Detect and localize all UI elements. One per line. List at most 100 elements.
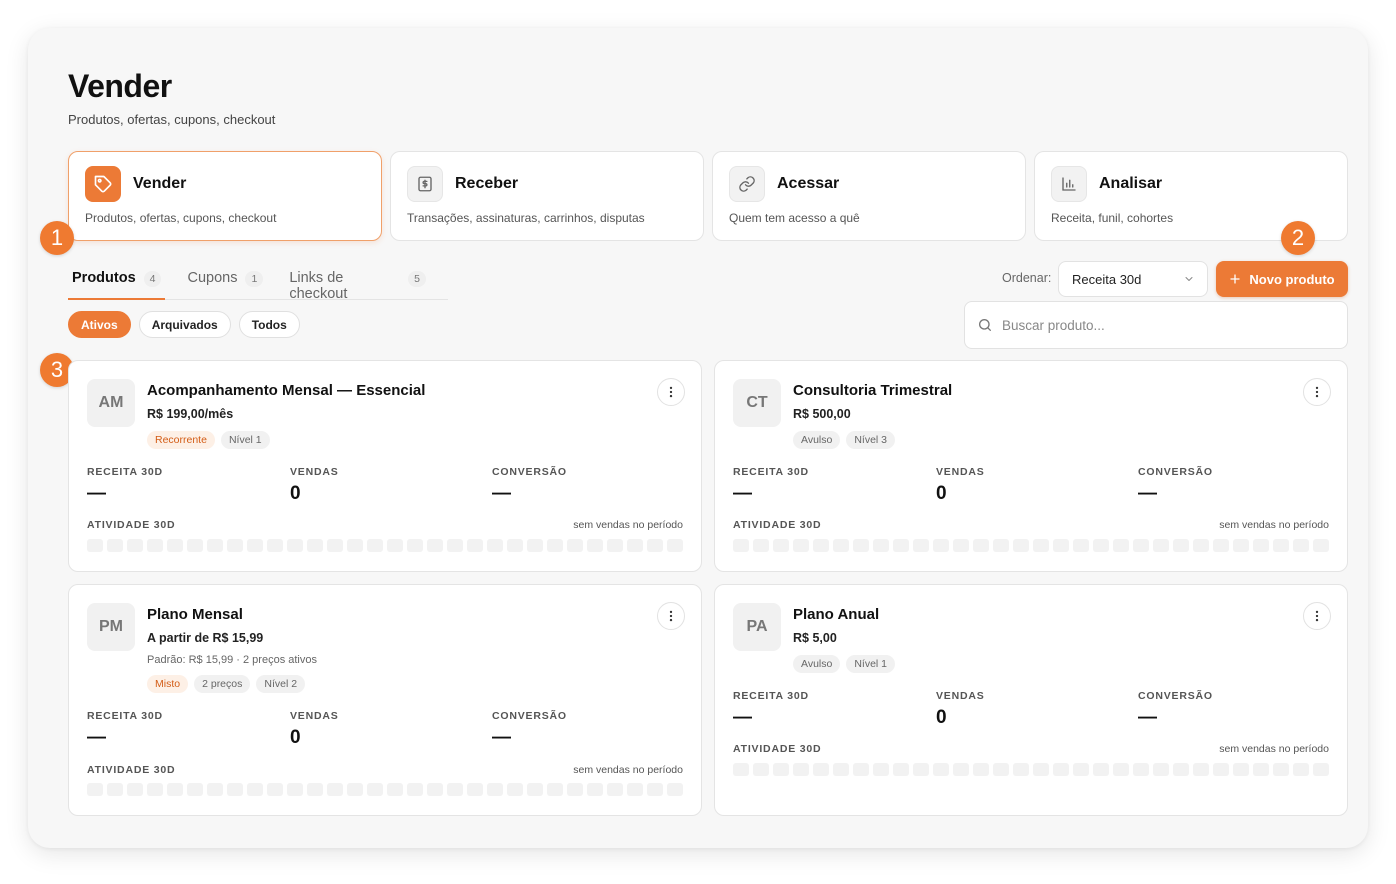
activity-day-cell bbox=[547, 783, 563, 796]
activity-day-cell bbox=[507, 539, 523, 552]
tab-links-de-checkout[interactable]: Links de checkout 5 bbox=[285, 262, 430, 302]
activity-day-cell bbox=[1033, 763, 1049, 776]
activity-day-cell bbox=[87, 539, 103, 552]
activity-day-cell bbox=[127, 783, 143, 796]
stat-label-conversion: CONVERSÃO bbox=[1138, 690, 1213, 702]
activity-day-cell bbox=[407, 539, 423, 552]
activity-day-cell bbox=[587, 539, 603, 552]
stat-label-sales: VENDAS bbox=[290, 466, 339, 478]
activity-day-cell bbox=[147, 783, 163, 796]
activity-bar bbox=[733, 539, 1329, 552]
product-tags: Recorrente Nível 1 bbox=[147, 431, 270, 449]
nav-card-title: Analisar bbox=[1099, 175, 1163, 192]
activity-day-cell bbox=[1213, 539, 1229, 552]
product-tags: Misto 2 preços Nível 2 bbox=[147, 675, 306, 693]
more-options-button[interactable] bbox=[657, 378, 685, 406]
status-filters: Ativos Arquivados Todos bbox=[68, 311, 300, 338]
filter-todos[interactable]: Todos bbox=[238, 311, 300, 338]
activity-day-cell bbox=[793, 539, 809, 552]
activity-day-cell bbox=[127, 539, 143, 552]
stat-label-revenue: RECEITA 30D bbox=[87, 466, 163, 478]
link-icon bbox=[729, 166, 765, 202]
annotation-badge-1: 1 bbox=[40, 221, 74, 255]
activity-day-cell bbox=[567, 539, 583, 552]
tag: Avulso bbox=[793, 431, 841, 449]
activity-day-cell bbox=[953, 763, 969, 776]
activity-day-cell bbox=[287, 783, 303, 796]
nav-card-title: Vender bbox=[133, 175, 187, 192]
activity-day-cell bbox=[1293, 763, 1309, 776]
stat-sales: 0 bbox=[936, 483, 947, 504]
activity-day-cell bbox=[1273, 763, 1289, 776]
activity-note: sem vendas no período bbox=[1219, 519, 1329, 531]
activity-day-cell bbox=[853, 539, 869, 552]
more-vertical-icon bbox=[1315, 610, 1319, 622]
search-icon bbox=[979, 319, 991, 331]
stat-label-sales: VENDAS bbox=[290, 710, 339, 722]
activity-day-cell bbox=[407, 783, 423, 796]
activity-day-cell bbox=[227, 783, 243, 796]
tab-cupons[interactable]: Cupons 1 bbox=[183, 262, 267, 299]
nav-card-title: Receber bbox=[455, 175, 519, 192]
activity-day-cell bbox=[467, 783, 483, 796]
avatar: PA bbox=[733, 603, 781, 651]
activity-day-cell bbox=[773, 763, 789, 776]
product-card[interactable]: PA Plano Anual R$ 5,00 Avulso Nível 1 RE… bbox=[714, 584, 1348, 816]
activity-day-cell bbox=[307, 783, 323, 796]
activity-day-cell bbox=[733, 763, 749, 776]
more-options-button[interactable] bbox=[1303, 378, 1331, 406]
activity-day-cell bbox=[913, 763, 929, 776]
product-name: Plano Anual bbox=[793, 606, 880, 623]
nav-card-vender[interactable]: Vender Produtos, ofertas, cupons, checko… bbox=[68, 151, 382, 241]
activity-day-cell bbox=[1113, 539, 1129, 552]
tab-produtos[interactable]: Produtos 4 bbox=[68, 262, 166, 300]
tag: Nível 2 bbox=[256, 675, 306, 693]
product-tags: Avulso Nível 3 bbox=[793, 431, 896, 449]
activity-day-cell bbox=[327, 783, 343, 796]
tab-label: Produtos bbox=[72, 270, 136, 286]
activity-day-cell bbox=[1053, 539, 1069, 552]
activity-day-cell bbox=[207, 539, 223, 552]
more-options-button[interactable] bbox=[1303, 602, 1331, 630]
activity-day-cell bbox=[993, 539, 1009, 552]
more-options-button[interactable] bbox=[657, 602, 685, 630]
filter-arquivados[interactable]: Arquivados bbox=[138, 311, 231, 338]
activity-day-cell bbox=[1253, 539, 1269, 552]
activity-day-cell bbox=[287, 539, 303, 552]
filter-ativos[interactable]: Ativos bbox=[68, 311, 131, 338]
tag: 2 preços bbox=[194, 675, 251, 693]
activity-day-cell bbox=[753, 763, 769, 776]
nav-card-receber[interactable]: Receber Transações, assinaturas, carrinh… bbox=[390, 151, 704, 241]
tab-label: Links de checkout bbox=[289, 270, 348, 302]
activity-day-cell bbox=[1313, 539, 1329, 552]
product-name: Plano Mensal bbox=[147, 606, 243, 623]
search-input[interactable] bbox=[1002, 317, 1322, 333]
activity-day-cell bbox=[607, 539, 623, 552]
activity-label: ATIVIDADE 30D bbox=[733, 519, 822, 531]
tab-count: 1 bbox=[245, 271, 264, 287]
activity-day-cell bbox=[1173, 539, 1189, 552]
nav-card-desc: Quem tem acesso a quê bbox=[729, 211, 860, 225]
product-card[interactable]: PM Plano Mensal A partir de R$ 15,99 Pad… bbox=[68, 584, 702, 816]
activity-day-cell bbox=[487, 539, 503, 552]
stat-label-conversion: CONVERSÃO bbox=[492, 710, 567, 722]
activity-note: sem vendas no período bbox=[573, 764, 683, 776]
nav-card-title: Acessar bbox=[777, 175, 840, 192]
tag-icon bbox=[85, 166, 121, 202]
product-card[interactable]: AM Acompanhamento Mensal — Essencial R$ … bbox=[68, 360, 702, 572]
activity-day-cell bbox=[427, 783, 443, 796]
activity-day-cell bbox=[267, 539, 283, 552]
activity-day-cell bbox=[207, 783, 223, 796]
activity-day-cell bbox=[1193, 539, 1209, 552]
activity-day-cell bbox=[1213, 763, 1229, 776]
nav-card-acessar[interactable]: Acessar Quem tem acesso a quê bbox=[712, 151, 1026, 241]
stat-revenue: — bbox=[87, 483, 106, 504]
activity-day-cell bbox=[387, 783, 403, 796]
product-card[interactable]: CT Consultoria Trimestral R$ 500,00 Avul… bbox=[714, 360, 1348, 572]
activity-day-cell bbox=[647, 539, 663, 552]
activity-day-cell bbox=[307, 539, 323, 552]
search-field bbox=[964, 301, 1348, 349]
new-product-button[interactable]: Novo produto bbox=[1216, 261, 1348, 297]
activity-day-cell bbox=[853, 763, 869, 776]
sort-select[interactable]: Receita 30d bbox=[1058, 261, 1208, 297]
